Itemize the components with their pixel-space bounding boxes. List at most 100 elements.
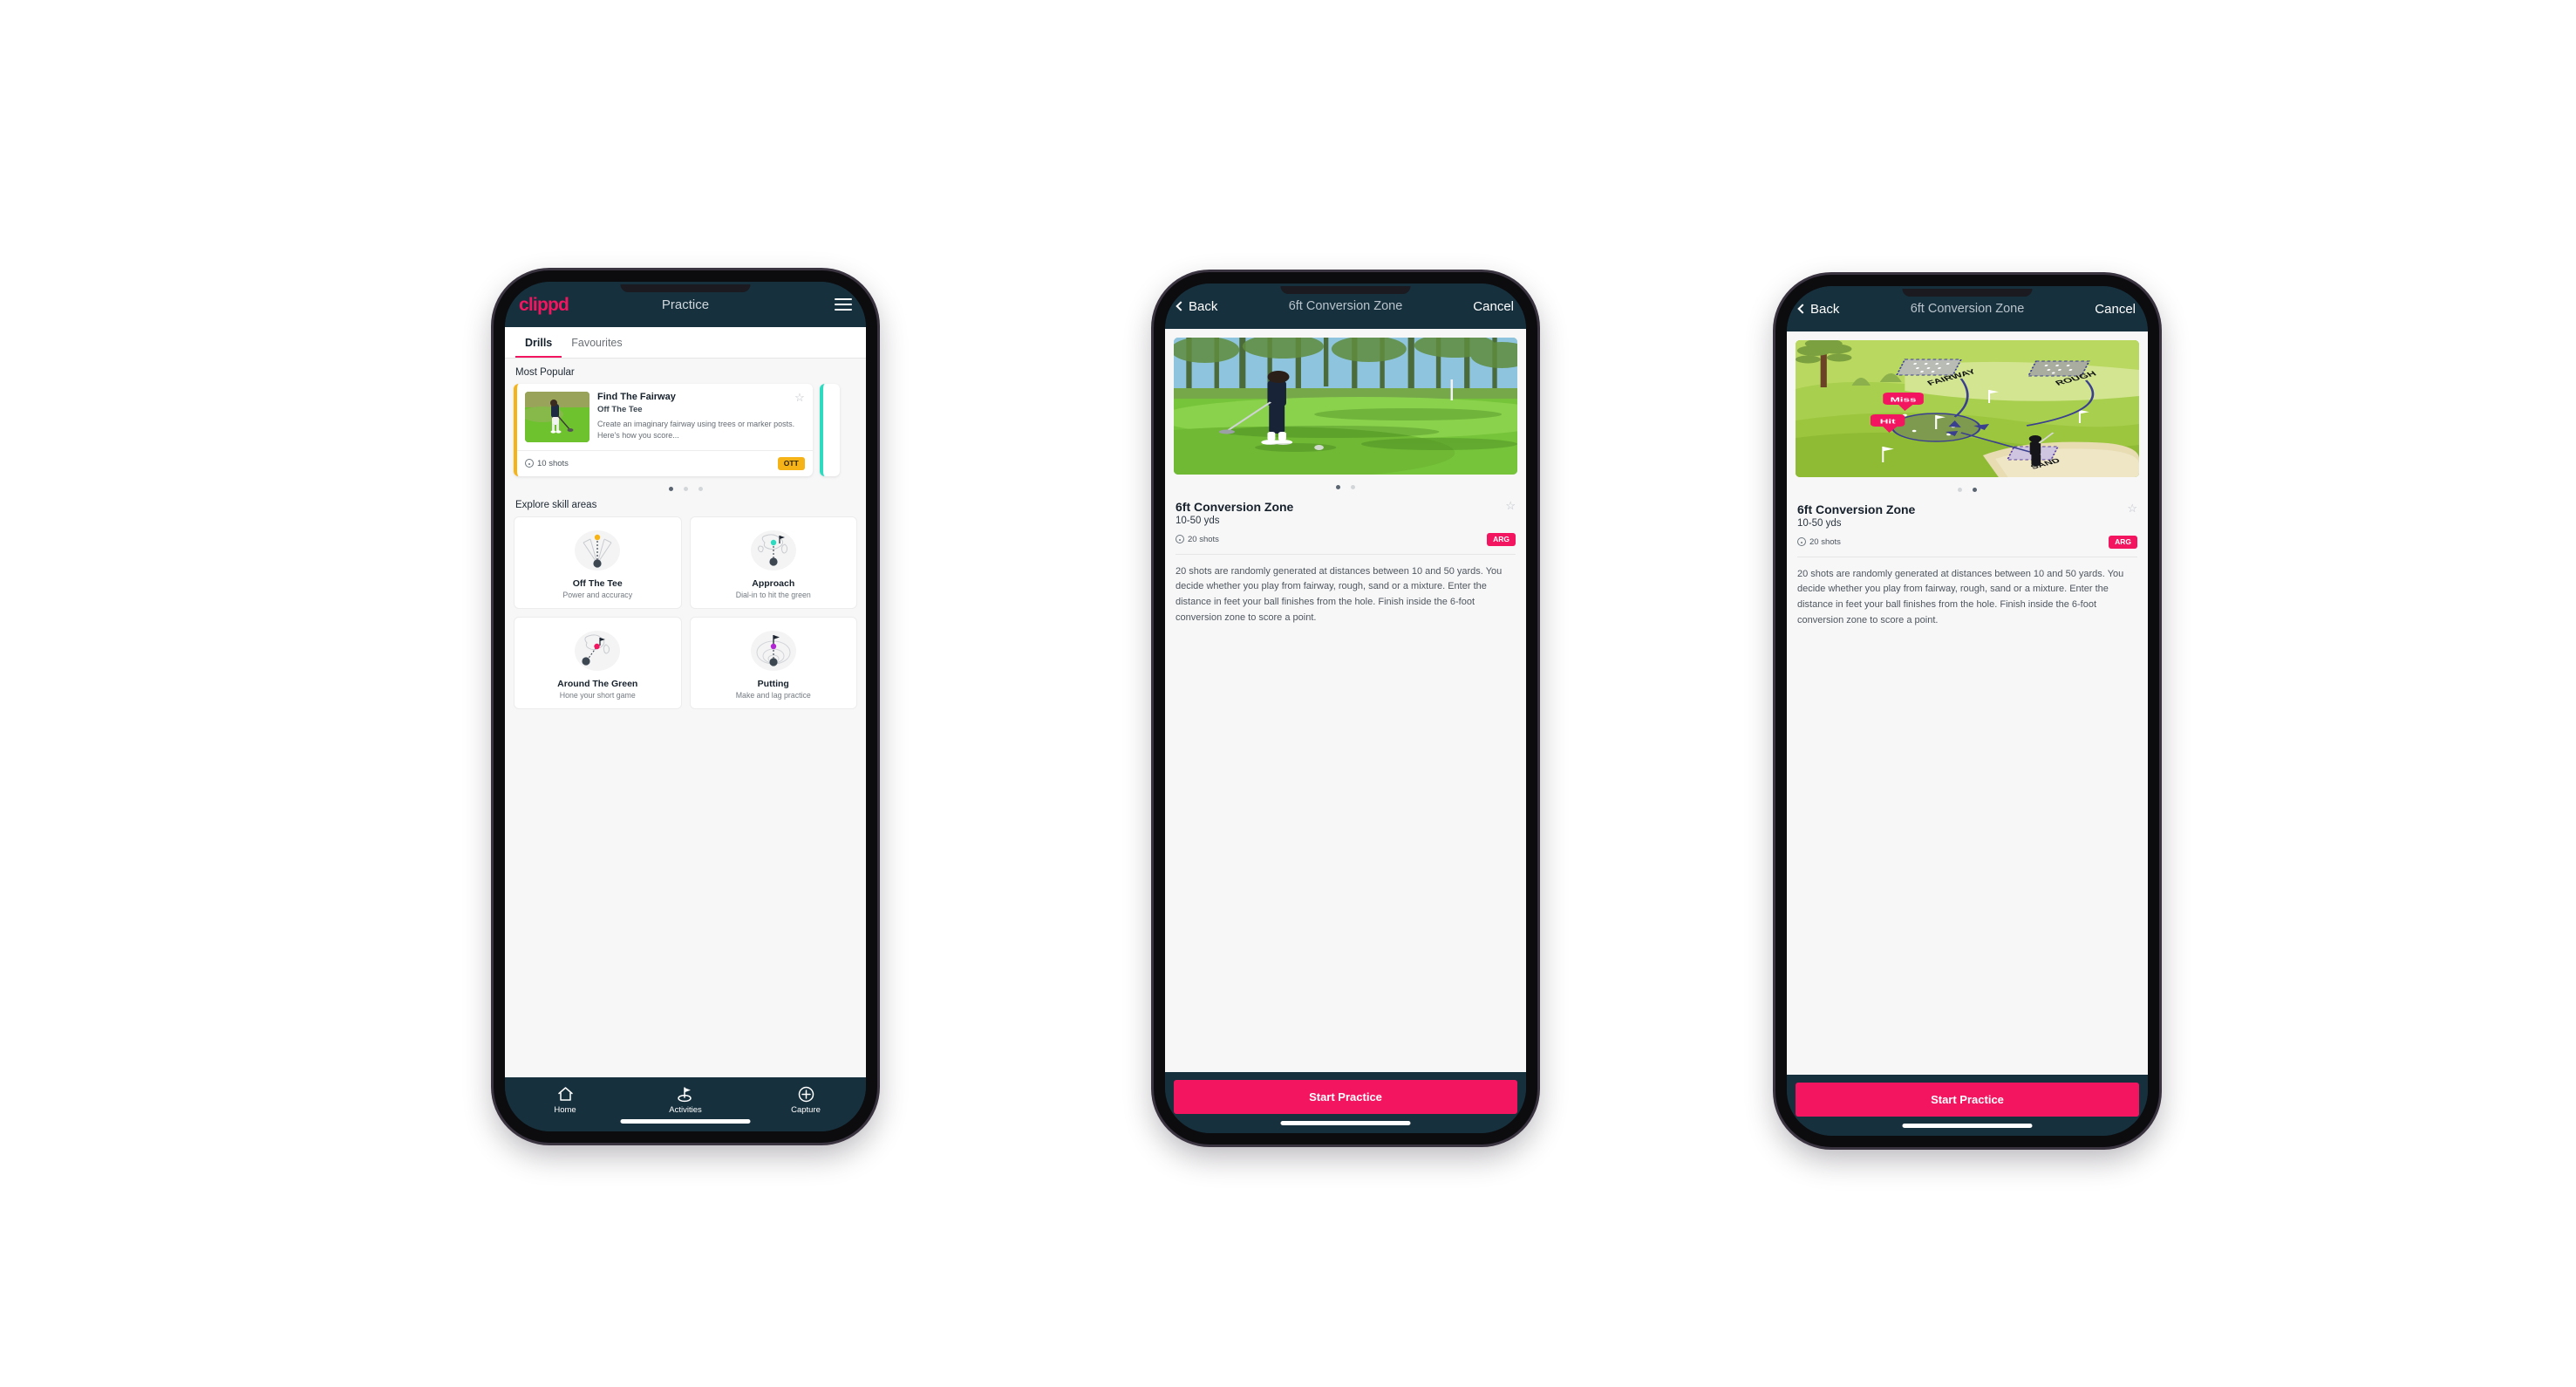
home-icon <box>505 1085 625 1103</box>
tab-home[interactable]: Home <box>505 1085 625 1115</box>
clock-icon <box>1176 535 1184 544</box>
back-button[interactable]: Back <box>1797 301 1840 317</box>
nav-title: 6ft Conversion Zone <box>1910 302 2025 316</box>
drill-shots-label: 20 shots <box>1188 534 1219 544</box>
practice-content[interactable]: Most Popular Find The Fairway Off The Te… <box>505 359 866 1077</box>
drill-distance: 10-50 yds <box>1176 516 1220 526</box>
cancel-button[interactable]: Cancel <box>1473 299 1514 314</box>
drill-description: Create an imaginary fairway using trees … <box>597 419 795 440</box>
drill-detail-header: 6ft Conversion Zone ☆ 10-50 yds 20 shots… <box>1165 493 1526 546</box>
start-practice-button[interactable]: Start Practice <box>1796 1083 2139 1117</box>
back-button[interactable]: Back <box>1176 298 1218 314</box>
status-badge-arg: ARG <box>2109 536 2137 549</box>
drill-skill-area: Off The Tee <box>597 404 643 414</box>
phone-mockup-practice: clippd Practice Drills Favourites Most P… <box>494 270 877 1143</box>
drill-distance: 10-50 yds <box>1797 518 1842 529</box>
carousel-dot-3[interactable] <box>698 486 703 491</box>
section-skill-areas-title: Explore skill areas <box>515 499 597 510</box>
clock-icon <box>525 459 534 468</box>
skill-card-around-the-green[interactable]: Around The Green Hone your short game <box>514 616 682 709</box>
carousel-dot-2[interactable] <box>1973 488 1977 492</box>
svg-text:Hit: Hit <box>1880 418 1896 425</box>
phone-notch <box>1280 286 1411 294</box>
around-green-icon <box>520 626 676 675</box>
phone-screen: Back 6ft Conversion Zone Cancel <box>1787 286 2148 1136</box>
svg-text:Miss: Miss <box>1891 396 1917 403</box>
golf-course-diagram[interactable]: FAIRWAY ROUGH SAND Miss Hit <box>1796 340 2139 477</box>
star-outline-icon[interactable]: ☆ <box>794 392 805 403</box>
drill-detail-header: 6ft Conversion Zone ☆ 10-50 yds 20 shots… <box>1787 495 2148 549</box>
skill-desc: Power and accuracy <box>562 590 633 599</box>
carousel-dot-1[interactable] <box>668 486 673 491</box>
golf-flag-icon <box>625 1085 746 1103</box>
drill-hero-photo[interactable] <box>1174 338 1517 475</box>
tab-activities-label: Activities <box>669 1105 702 1115</box>
carousel-dot-1[interactable] <box>1336 485 1340 489</box>
skill-desc: Make and lag practice <box>735 690 811 700</box>
home-indicator <box>620 1119 751 1124</box>
hamburger-icon[interactable] <box>835 296 852 314</box>
tab-activities[interactable]: Activities <box>625 1085 746 1115</box>
tab-favourites[interactable]: Favourites <box>562 327 631 358</box>
back-label: Back <box>1810 301 1840 317</box>
drill-card-meta: Find The Fairway Off The Tee ☆ Create an… <box>597 392 805 442</box>
drill-card-next-peek[interactable] <box>819 384 841 476</box>
skill-name: Around The Green <box>557 678 638 689</box>
phone-screen: clippd Practice Drills Favourites Most P… <box>505 282 866 1131</box>
drill-shots-label: 20 shots <box>1809 536 1841 547</box>
drill-title: 6ft Conversion Zone <box>1797 502 1916 516</box>
drill-shots: 10 shots <box>525 459 569 468</box>
drill-carousel[interactable]: Find The Fairway Off The Tee ☆ Create an… <box>514 384 857 476</box>
status-badge-ott: OTT <box>777 457 805 470</box>
screenshot-stage: clippd Practice Drills Favourites Most P… <box>0 0 2576 1387</box>
phone-notch <box>1902 289 2033 297</box>
drill-shots-label: 10 shots <box>537 458 569 468</box>
carousel-dots <box>514 486 857 491</box>
chevron-left-icon <box>1797 304 1808 314</box>
drill-shots: 20 shots <box>1176 535 1219 544</box>
status-badge-arg: ARG <box>1487 533 1516 546</box>
star-outline-icon[interactable]: ☆ <box>1505 500 1516 511</box>
drill-card-top: Find The Fairway Off The Tee ☆ Create an… <box>517 384 813 450</box>
star-outline-icon[interactable]: ☆ <box>2127 502 2137 514</box>
chevron-left-icon <box>1176 301 1186 311</box>
drill-detail-content[interactable]: 6ft Conversion Zone ☆ 10-50 yds 20 shots… <box>1165 329 1526 1072</box>
drill-detail-content[interactable]: FAIRWAY ROUGH SAND Miss Hit 6ft Conversi… <box>1787 331 2148 1075</box>
back-label: Back <box>1189 298 1218 314</box>
carousel-dots <box>1165 485 1526 489</box>
clippd-logo[interactable]: clippd <box>519 296 569 314</box>
skill-card-approach[interactable]: Approach Dial-in to hit the green <box>689 516 857 609</box>
skill-name: Putting <box>757 678 789 689</box>
clock-icon <box>1797 537 1806 547</box>
skill-desc: Hone your short game <box>559 690 636 700</box>
drill-description: 20 shots are randomly generated at dista… <box>1797 568 2124 625</box>
skill-card-putting[interactable]: Putting Make and lag practice <box>689 616 857 709</box>
skill-name: Approach <box>752 577 795 589</box>
approach-green-icon <box>696 526 852 575</box>
skill-card-off-the-tee[interactable]: Off The Tee Power and accuracy <box>514 516 682 609</box>
drill-card-footer: 10 shots OTT <box>517 450 813 476</box>
home-indicator <box>1902 1124 2033 1128</box>
start-practice-button[interactable]: Start Practice <box>1174 1080 1517 1114</box>
drill-title-row: 6ft Conversion Zone ☆ <box>1176 500 1516 514</box>
phone-mockup-drill-detail-photo: Back 6ft Conversion Zone Cancel 6ft Conv… <box>1154 272 1537 1144</box>
tab-home-label: Home <box>554 1105 576 1115</box>
carousel-dot-1[interactable] <box>1958 488 1962 492</box>
putting-rings-icon <box>696 626 852 675</box>
tab-capture[interactable]: Capture <box>746 1085 866 1115</box>
drill-shots-row: 20 shots ARG <box>1176 533 1516 546</box>
section-most-popular-title: Most Popular <box>515 367 575 378</box>
home-indicator <box>1280 1121 1411 1125</box>
cancel-button[interactable]: Cancel <box>2095 302 2136 317</box>
drill-thumbnail <box>525 392 589 442</box>
carousel-dot-2[interactable] <box>1351 485 1355 489</box>
skill-name: Off The Tee <box>572 577 623 589</box>
drill-card-find-the-fairway[interactable]: Find The Fairway Off The Tee ☆ Create an… <box>514 384 813 476</box>
tab-drills[interactable]: Drills <box>515 327 562 358</box>
drill-description: 20 shots are randomly generated at dista… <box>1176 565 1503 623</box>
drill-shots-row: 20 shots ARG <box>1797 536 2137 549</box>
nav-title: 6ft Conversion Zone <box>1288 299 1403 313</box>
carousel-dot-2[interactable] <box>683 486 688 491</box>
drill-shots: 20 shots <box>1797 537 1841 547</box>
phone-notch <box>620 284 751 292</box>
